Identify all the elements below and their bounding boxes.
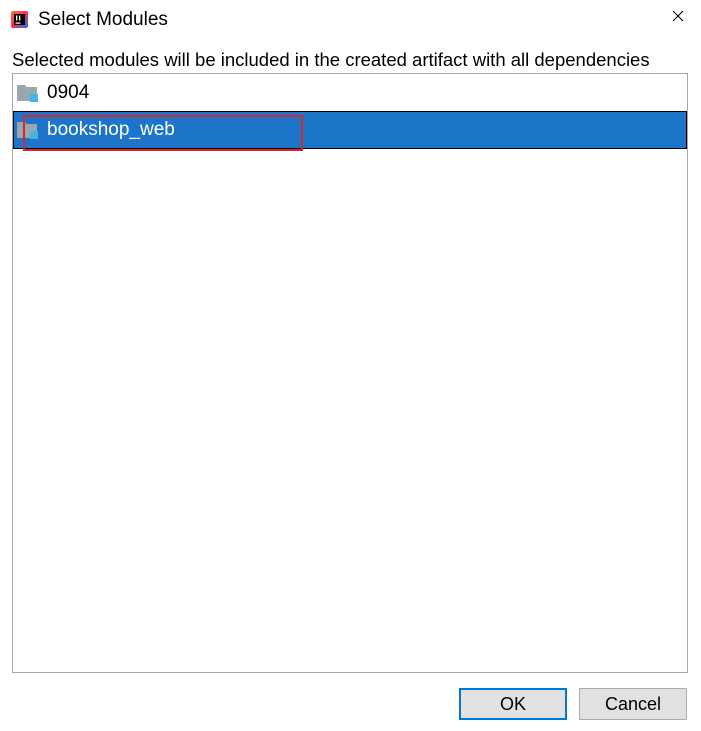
module-label: 0904	[47, 82, 90, 103]
module-list[interactable]: 0904 bookshop_web	[12, 73, 688, 673]
module-folder-icon	[17, 121, 39, 139]
cancel-button[interactable]: Cancel	[579, 688, 687, 720]
module-folder-icon	[17, 84, 39, 102]
close-button[interactable]	[666, 4, 690, 28]
list-item-0904[interactable]: 0904	[13, 74, 687, 112]
list-item-bookshop-web[interactable]: bookshop_web	[13, 111, 687, 149]
ok-button[interactable]: OK	[459, 688, 567, 720]
dialog-description: Selected modules will be included in the…	[12, 49, 650, 70]
close-icon	[672, 10, 684, 22]
dialog-title: Select Modules	[38, 9, 168, 30]
select-modules-dialog: Select Modules Selected modules will be …	[0, 0, 701, 731]
intellij-app-icon	[11, 11, 28, 28]
module-label: bookshop_web	[47, 119, 175, 140]
title-bar: Select Modules	[0, 0, 701, 40]
